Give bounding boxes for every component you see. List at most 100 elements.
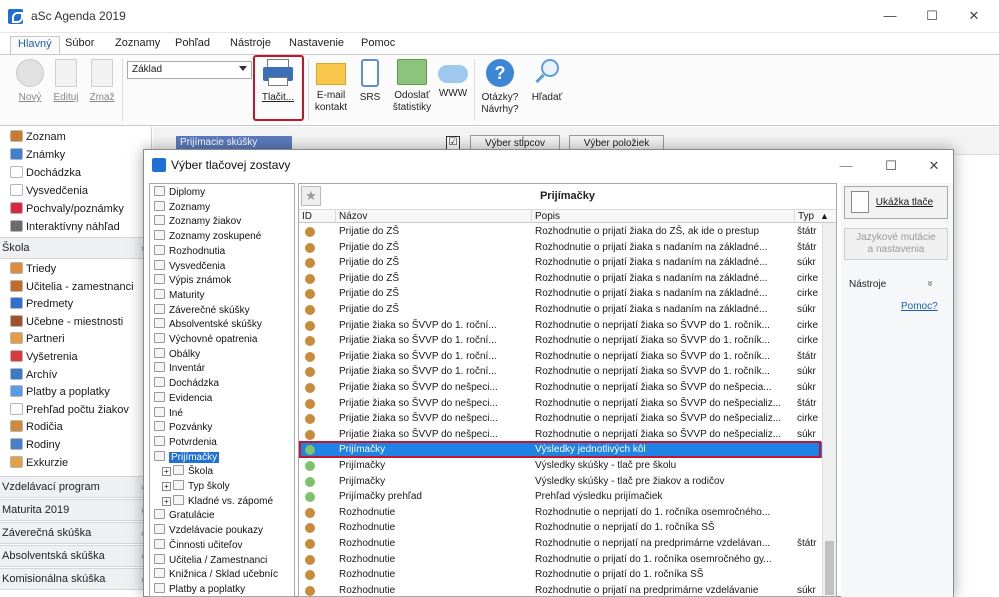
expand-icon[interactable]: + — [162, 482, 171, 491]
tree-item[interactable]: Činnosti učiteľov — [150, 538, 294, 552]
tree-item[interactable]: Zoznamy žiakov — [150, 215, 294, 228]
tab-pohlad[interactable]: Pohľad — [168, 36, 217, 55]
tree-item[interactable]: Absolventské skúšky — [150, 318, 294, 331]
sidebar-school-item[interactable]: Rodičia — [0, 418, 151, 436]
sidebar-top-item[interactable]: Známky — [0, 146, 151, 164]
print-preview-button[interactable]: Ukážka tlače — [844, 186, 948, 219]
dialog-maximize-button[interactable]: ☐ — [881, 156, 901, 176]
column-header-name[interactable]: Názov — [336, 210, 532, 223]
tree-item[interactable]: Výchovné opatrenia — [150, 333, 294, 346]
minimize-button[interactable]: — — [880, 6, 900, 26]
www-button[interactable]: WWW — [437, 59, 469, 100]
table-row[interactable]: Prijatie žiaka so ŠVVP do 1. roční... Roz… — [299, 318, 822, 334]
sidebar-school-item[interactable]: Platby a poplatky — [0, 383, 151, 401]
table-row[interactable]: Prijatie žiaka so ŠVVP do nešpeci... Rozh… — [299, 411, 822, 427]
tree-item[interactable]: Platby a poplatky — [150, 582, 294, 596]
table-row[interactable]: Prijatie žiaka so ŠVVP do nešpeci... Rozh… — [299, 396, 822, 412]
table-row[interactable]: Prijatie žiaka so ŠVVP do 1. roční... Roz… — [299, 349, 822, 365]
sidebar-school-item[interactable]: Predmety — [0, 295, 151, 313]
expand-icon[interactable]: + — [162, 467, 171, 477]
table-row[interactable]: Rozhodnutie Rozhodnutie o neprijatí do 1.… — [299, 520, 822, 536]
language-settings-button[interactable]: Jazykové mutácie a nastavenia — [844, 228, 948, 260]
sidebar-school-item[interactable]: Vyšetrenia — [0, 348, 151, 366]
tree-item[interactable]: Inventár — [150, 362, 294, 375]
tab-pomoc[interactable]: Pomoc — [354, 36, 402, 55]
tree-item[interactable]: Pozvánky — [150, 421, 294, 434]
table-row[interactable]: Rozhodnutie Rozhodnutie o prijatí do 1. r… — [299, 552, 822, 568]
sidebar-school-item[interactable]: Archív — [0, 366, 151, 384]
email-button[interactable]: E-mail kontakt — [312, 59, 350, 114]
tree-item[interactable]: + Škola — [150, 465, 294, 478]
edit-button[interactable]: Edituj — [50, 59, 82, 104]
table-row[interactable]: Prijatie do ZŠ Rozhodnutie o prijatí žiak… — [299, 271, 822, 287]
table-row[interactable]: Prijatie žiaka so ŠVVP do nešpeci... Rozh… — [299, 427, 822, 443]
tools-label[interactable]: Nástroje — [849, 279, 886, 290]
tree-item[interactable]: Gratulácie — [150, 509, 294, 522]
print-button[interactable]: Tlačit... — [258, 59, 298, 104]
table-row[interactable]: Prijatie žiaka so ŠVVP do 1. roční... Roz… — [299, 333, 822, 349]
sidebar-school-item[interactable]: Rodiny — [0, 436, 151, 454]
sidebar-school-item[interactable]: Partneri — [0, 330, 151, 348]
sidebar-top-item[interactable]: Pochvaly/poznámky — [0, 200, 151, 218]
sidebar-top-item[interactable]: Interaktívny náhľad — [0, 218, 151, 236]
tree-item[interactable]: Vysvedčenia — [150, 259, 294, 273]
grid-scrollbar[interactable] — [822, 223, 836, 596]
delete-button[interactable]: Zmaž — [86, 59, 118, 104]
sidebar-section-programs[interactable]: Vzdelávací program» — [0, 476, 151, 498]
table-row[interactable]: Prijatie do ZŠ Rozhodnutie o prijatí žiak… — [299, 240, 822, 256]
table-row[interactable]: Prijatie do ZŠ Rozhodnutie o prijatí žiak… — [299, 255, 822, 271]
table-row[interactable]: Prijatie do ZŠ Rozhodnutie o prijatí žiak… — [299, 286, 822, 302]
sidebar-school-item[interactable]: Učebne - miestnosti — [0, 313, 151, 331]
new-button[interactable]: Nový — [14, 59, 46, 104]
tree-item[interactable]: Učitelia / Zamestnanci — [150, 553, 294, 567]
sidebar-section-maturita[interactable]: Maturita 2019» — [0, 499, 151, 521]
table-row[interactable]: Rozhodnutie Rozhodnutie o neprijatí na pr… — [299, 536, 822, 552]
table-row[interactable]: Prijímačky prehľad Prehľad výsledku prijí… — [299, 489, 822, 505]
table-row[interactable]: Prijatie do ZŠ Rozhodnutie o prijatí žiak… — [299, 224, 822, 240]
sidebar-section-komisional[interactable]: Komisionálna skúška» — [0, 568, 151, 590]
sidebar-school-item[interactable]: Prehľad počtu žiakov — [0, 401, 151, 419]
help-link[interactable]: Pomoc? — [901, 301, 938, 312]
column-header-id[interactable]: ID — [299, 210, 336, 223]
table-row[interactable]: Prijímačky Výsledky skúšky - tlač pre žia… — [299, 474, 822, 490]
tree-item[interactable]: Maturity — [150, 288, 294, 302]
tab-zoznamy[interactable]: Zoznamy — [108, 36, 167, 55]
sidebar-school-item[interactable]: Exkurzie — [0, 454, 151, 472]
dialog-close-button[interactable]: ✕ — [924, 156, 944, 176]
table-row[interactable]: Rozhodnutie Rozhodnutie o prijatí na pred… — [299, 583, 822, 596]
tree-item[interactable]: Výpis známok — [150, 274, 294, 287]
tree-item[interactable]: Záverečné skúšky — [150, 303, 294, 317]
faq-button[interactable]: ? Otázky? Návrhy? — [478, 59, 522, 116]
sidebar-top-item[interactable]: Zoznam — [0, 128, 151, 146]
close-button[interactable]: ✕ — [964, 6, 984, 26]
tree-item[interactable]: Prijímačky — [150, 450, 294, 464]
dialog-minimize-button[interactable]: — — [836, 156, 856, 176]
tree-item[interactable]: Vzdelávacie poukazy — [150, 524, 294, 537]
column-header-type[interactable]: Typ — [795, 210, 817, 223]
main-checkbox[interactable]: ☑ — [446, 136, 460, 150]
tree-item[interactable]: + Typ školy — [150, 480, 294, 493]
search-button[interactable]: Hľadať — [527, 59, 567, 104]
sidebar-section-school[interactable]: Škola» — [0, 237, 151, 259]
tree-item[interactable]: Potvrdenia — [150, 435, 294, 449]
column-header-desc[interactable]: Popis — [532, 210, 795, 223]
tree-item[interactable]: Knižnica / Sklad učebníc — [150, 568, 294, 581]
tab-subor[interactable]: Súbor — [58, 36, 101, 55]
tree-item[interactable]: Obálky — [150, 347, 294, 361]
table-row[interactable]: Rozhodnutie Rozhodnutie o neprijatí do 1.… — [299, 505, 822, 521]
tree-item[interactable]: Iné — [150, 406, 294, 420]
sidebar-school-item[interactable]: Učitelia - zamestnanci — [0, 278, 151, 296]
sort-arrow-icon[interactable]: ▲ — [817, 210, 835, 223]
table-row[interactable]: Prijatie žiaka so ŠVVP do 1. roční... Roz… — [299, 364, 822, 380]
tree-item[interactable]: Dochádzka — [150, 377, 294, 390]
sidebar-section-final[interactable]: Záverečná skúška» — [0, 522, 151, 544]
sidebar-section-absolvent[interactable]: Absolventská skúška» — [0, 545, 151, 567]
table-row[interactable]: Prijatie do ZŠ Rozhodnutie o prijatí žiak… — [299, 302, 822, 318]
tab-nastavenie[interactable]: Nastavenie — [282, 36, 351, 55]
maximize-button[interactable]: ☐ — [922, 6, 942, 26]
tab-hlavny[interactable]: Hlavný — [10, 36, 60, 55]
scrollbar-thumb[interactable] — [825, 541, 834, 595]
chevron-down-icon[interactable]: » — [924, 281, 935, 287]
table-row[interactable]: Rozhodnutie Rozhodnutie o prijatí do 1. r… — [299, 567, 822, 583]
sidebar-top-item[interactable]: Vysvedčenia — [0, 182, 151, 200]
